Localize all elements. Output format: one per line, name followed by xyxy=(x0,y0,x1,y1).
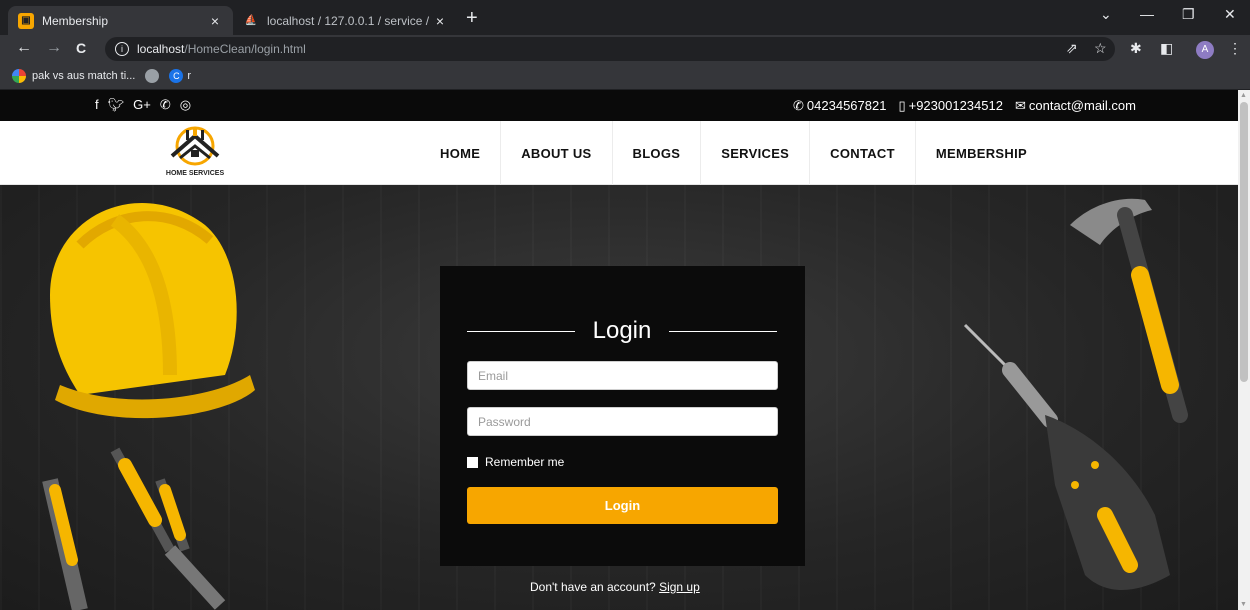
menu-item-membership[interactable]: MEMBERSHIP xyxy=(916,121,1047,185)
social-links: f 🐦︎ G+ ✆ ◎ xyxy=(95,97,191,113)
menu-item-about-us[interactable]: ABOUT US xyxy=(501,121,613,185)
c-icon: C xyxy=(169,69,184,83)
browser-tab-bar: ▣ Membership × ⛵ localhost / 127.0.0.1 /… xyxy=(0,0,1250,35)
menu-item-services[interactable]: SERVICES xyxy=(701,121,811,185)
tab-title: Membership xyxy=(42,13,109,28)
mobile-contact: ▯ +923001234512 xyxy=(898,98,1003,114)
mobile-number: +923001234512 xyxy=(908,98,1003,113)
login-title: Login xyxy=(592,317,652,344)
google-plus-icon[interactable]: G+ xyxy=(133,97,151,113)
bookmarks-bar: pak vs aus match ti... C r xyxy=(0,63,1250,90)
google-icon xyxy=(12,69,26,83)
phpmyadmin-favicon-icon: ⛵ xyxy=(244,15,258,26)
bookmark-item[interactable] xyxy=(145,69,160,83)
forward-icon[interactable]: → xyxy=(46,39,62,57)
browser-toolbar: ← → C i localhost /HomeClean/login.html … xyxy=(0,35,1250,63)
drill-image xyxy=(963,323,1170,590)
login-button[interactable]: Login xyxy=(467,487,778,524)
contact-topbar: f 🐦︎ G+ ✆ ◎ ✆ 04234567821 ▯ +923001234512 … xyxy=(0,90,1238,121)
mobile-icon: ▯ xyxy=(898,98,906,113)
close-window-button[interactable]: ✕ xyxy=(1224,6,1236,23)
phone-icon: ✆ xyxy=(793,98,804,113)
menu-kebab-icon[interactable]: ⋮ xyxy=(1228,40,1242,57)
menu-item-contact[interactable]: CONTACT xyxy=(810,121,916,185)
email-input[interactable] xyxy=(467,361,778,390)
login-title-row: Login xyxy=(467,316,778,346)
remember-me-checkbox[interactable] xyxy=(467,456,478,468)
tab-title: localhost / 127.0.0.1 / service / us xyxy=(267,13,432,28)
email-address[interactable]: contact@mail.com xyxy=(1029,98,1136,113)
divider xyxy=(669,330,778,332)
close-tab-icon[interactable]: × xyxy=(432,13,448,29)
phone-contact: ✆ 04234567821 xyxy=(793,98,886,114)
phone-number: 04234567821 xyxy=(806,98,887,113)
remember-me-label: Remember me xyxy=(485,455,565,469)
hard-hat-image xyxy=(50,202,255,419)
signup-prompt: Don't have an account? Sign up xyxy=(530,580,700,594)
close-tab-icon[interactable]: × xyxy=(207,13,223,29)
site-header: HOME SERVICES HOME ABOUT US BLOGS SERVIC… xyxy=(0,121,1238,185)
password-input[interactable] xyxy=(467,407,778,436)
remember-me[interactable]: Remember me xyxy=(467,455,564,469)
facebook-icon[interactable]: f xyxy=(95,97,99,113)
new-tab-button[interactable]: + xyxy=(466,8,478,28)
pliers-image xyxy=(42,447,226,610)
page-scrollbar[interactable]: ▲ ▼ xyxy=(1238,90,1250,610)
whatsapp-icon[interactable]: ✆ xyxy=(160,97,171,113)
menu-item-blogs[interactable]: BLOGS xyxy=(613,121,702,185)
scroll-down-icon[interactable]: ▼ xyxy=(1240,601,1247,608)
signup-link[interactable]: Sign up xyxy=(659,580,700,594)
bookmark-item[interactable]: C r xyxy=(169,69,191,83)
tab-membership[interactable]: ▣ Membership × xyxy=(8,6,233,35)
twitter-icon[interactable]: 🐦︎ xyxy=(108,97,125,113)
share-icon[interactable]: ⇗ xyxy=(1066,40,1078,57)
globe-icon xyxy=(145,69,160,83)
scroll-thumb[interactable] xyxy=(1240,102,1248,382)
membership-favicon-icon: ▣ xyxy=(18,12,34,29)
minimize-button[interactable]: — xyxy=(1140,6,1154,22)
address-bar[interactable]: i localhost /HomeClean/login.html xyxy=(105,37,1115,61)
scroll-up-icon[interactable]: ▲ xyxy=(1240,92,1247,99)
signup-prompt-text: Don't have an account? xyxy=(530,580,656,594)
extensions-icon[interactable]: ✱ xyxy=(1130,40,1142,57)
page-viewport: f 🐦︎ G+ ✆ ◎ ✆ 04234567821 ▯ +923001234512 … xyxy=(0,90,1238,610)
back-icon[interactable]: ← xyxy=(16,39,32,57)
profile-avatar[interactable]: A xyxy=(1196,41,1214,59)
main-menu: HOME ABOUT US BLOGS SERVICES CONTACT MEM… xyxy=(420,121,1047,185)
bookmark-item[interactable]: pak vs aus match ti... xyxy=(12,69,135,83)
login-card: Login Remember me Login xyxy=(440,266,805,566)
bookmark-label: pak vs aus match ti... xyxy=(32,70,136,82)
instagram-icon[interactable]: ◎ xyxy=(180,97,191,113)
tab-phpmyadmin[interactable]: ⛵ localhost / 127.0.0.1 / service / us × xyxy=(233,6,458,35)
home-services-logo[interactable]: HOME SERVICES xyxy=(150,124,240,182)
bookmark-label: r xyxy=(187,70,191,82)
address-host: localhost xyxy=(137,42,185,56)
hero-background: Login Remember me Login Don't have an ac… xyxy=(0,185,1238,610)
side-panel-icon[interactable]: ◧ xyxy=(1160,40,1173,57)
contact-info: ✆ 04234567821 ▯ +923001234512 ✉ contact@mai… xyxy=(793,98,1136,114)
bookmark-star-icon[interactable]: ☆ xyxy=(1094,40,1107,57)
reload-icon[interactable]: C xyxy=(76,39,86,57)
logo-text: HOME SERVICES xyxy=(165,170,225,177)
house-tools-logo-icon xyxy=(170,126,220,166)
restore-button[interactable]: ❐ xyxy=(1182,6,1195,23)
tab-search-icon[interactable]: ⌄ xyxy=(1100,6,1112,23)
divider xyxy=(467,330,575,332)
site-info-icon[interactable]: i xyxy=(115,42,129,56)
menu-item-home[interactable]: HOME xyxy=(420,121,502,185)
address-path: /HomeClean/login.html xyxy=(184,42,306,56)
envelope-icon: ✉ xyxy=(1014,98,1026,113)
email-contact: ✉ contact@mail.com xyxy=(1015,98,1136,114)
